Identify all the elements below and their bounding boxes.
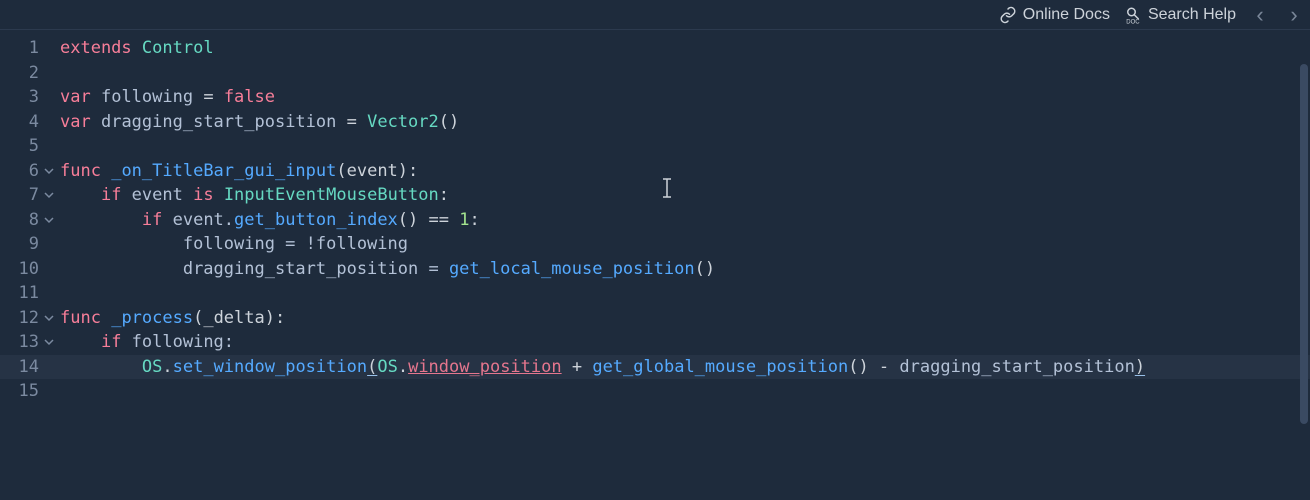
line-number: 13 [0, 330, 42, 355]
nav-forward-button[interactable]: › [1284, 2, 1304, 28]
help-bar: Online Docs DOC Search Help ‹ › [0, 0, 1310, 30]
code-line-active[interactable]: 14 OS.set_window_position(OS.window_posi… [0, 355, 1310, 380]
line-number: 11 [0, 281, 42, 306]
code-line[interactable]: 6 func _on_TitleBar_gui_input(event): [0, 159, 1310, 184]
code-line[interactable]: 7 if event is InputEventMouseButton: [0, 183, 1310, 208]
fold-icon[interactable] [42, 208, 56, 233]
nav-back-button[interactable]: ‹ [1250, 2, 1270, 28]
line-number: 6 [0, 159, 42, 184]
vertical-scrollbar[interactable] [1300, 64, 1308, 424]
code-line[interactable]: 8 if event.get_button_index() == 1: [0, 208, 1310, 233]
online-docs-label: Online Docs [1023, 6, 1110, 24]
online-docs-link[interactable]: Online Docs [999, 6, 1110, 24]
line-number: 8 [0, 208, 42, 233]
line-number: 12 [0, 306, 42, 331]
line-number: 15 [0, 379, 42, 404]
code-line[interactable]: 5 [0, 134, 1310, 159]
code-line[interactable]: 2 [0, 61, 1310, 86]
line-number: 2 [0, 61, 42, 86]
code-line[interactable]: 15 [0, 379, 1310, 404]
doc-search-icon: DOC [1124, 6, 1142, 24]
line-number: 4 [0, 110, 42, 135]
fold-icon[interactable] [42, 330, 56, 355]
code-line[interactable]: 9 following = !following [0, 232, 1310, 257]
code-line[interactable]: 11 [0, 281, 1310, 306]
line-number: 10 [0, 257, 42, 282]
line-number: 9 [0, 232, 42, 257]
link-icon [999, 6, 1017, 24]
line-number: 7 [0, 183, 42, 208]
code-line[interactable]: 3 var following = false [0, 85, 1310, 110]
fold-icon[interactable] [42, 159, 56, 184]
fold-icon[interactable] [42, 306, 56, 331]
code-line[interactable]: 13 if following: [0, 330, 1310, 355]
line-number: 5 [0, 134, 42, 159]
code-line[interactable]: 1 extends Control [0, 36, 1310, 61]
line-number: 14 [0, 355, 42, 380]
code-line[interactable]: 10 dragging_start_position = get_local_m… [0, 257, 1310, 282]
fold-icon[interactable] [42, 183, 56, 208]
line-number: 3 [0, 85, 42, 110]
search-help-label: Search Help [1148, 6, 1236, 24]
code-editor[interactable]: 1 extends Control 2 3 var following = fa… [0, 30, 1310, 404]
svg-text:DOC: DOC [1126, 19, 1140, 24]
search-help-link[interactable]: DOC Search Help [1124, 6, 1236, 24]
line-number: 1 [0, 36, 42, 61]
code-line[interactable]: 4 var dragging_start_position = Vector2(… [0, 110, 1310, 135]
code-line[interactable]: 12 func _process(_delta): [0, 306, 1310, 331]
text-cursor-icon [660, 178, 674, 198]
